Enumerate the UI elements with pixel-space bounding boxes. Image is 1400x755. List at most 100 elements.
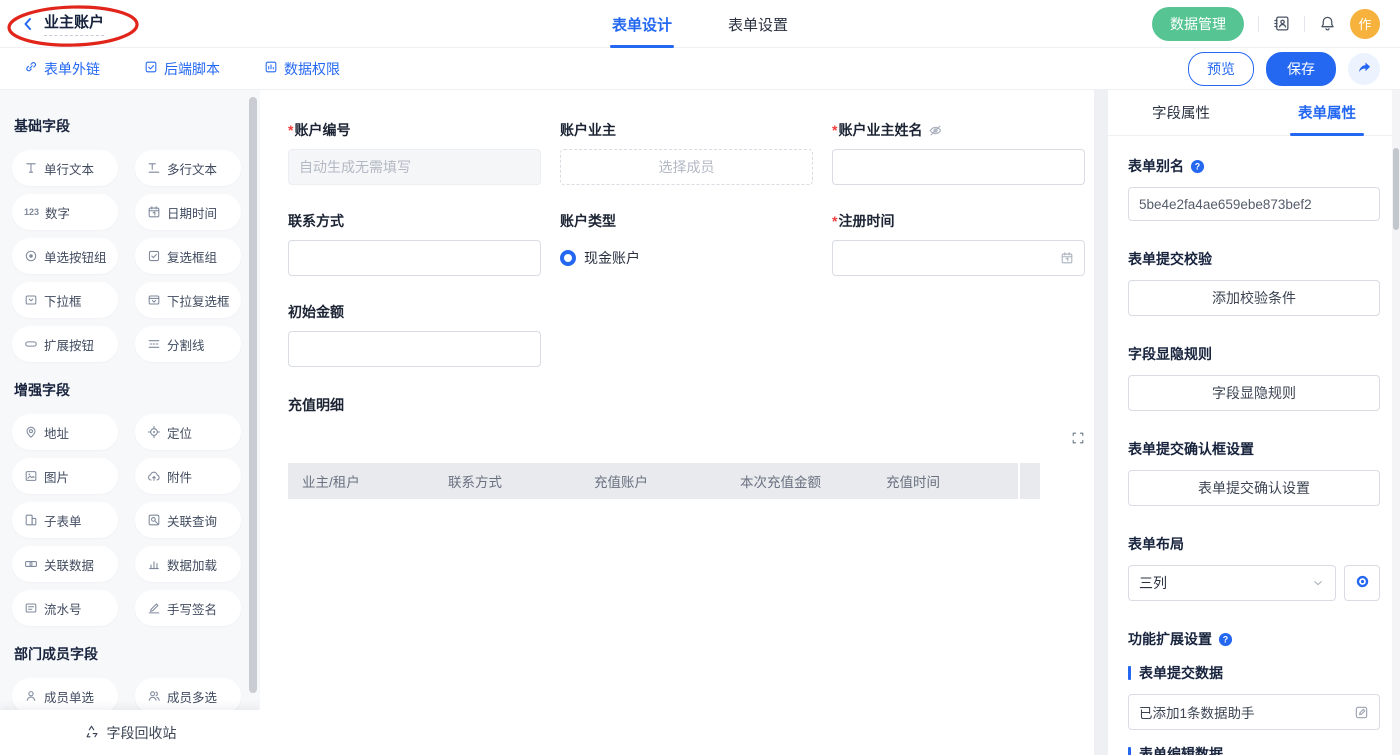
field-pill-label: 扩展按钮 (44, 335, 94, 354)
field-label: 账户业主姓名 (832, 120, 922, 140)
section-label: 表单布局 (1128, 534, 1184, 554)
section-submit-check: 表单提交校验 添加校验条件 (1128, 249, 1380, 316)
tab-form-settings[interactable]: 表单设置 (728, 0, 788, 48)
page-scrollbar-thumb[interactable] (1393, 148, 1399, 230)
field-recycle-bin[interactable]: 字段回收站 (0, 710, 260, 755)
back-nav[interactable]: 业主账户 (20, 11, 104, 36)
field-pill-datetime[interactable]: 日期时间 (135, 194, 241, 230)
script-icon (144, 60, 158, 77)
field-pill-data-load[interactable]: 数据加载 (135, 546, 241, 582)
radio-label[interactable]: 现金账户 (584, 248, 640, 268)
address-book-icon[interactable] (1273, 15, 1290, 32)
field-owner-name[interactable]: 账户业主姓名 (832, 120, 1085, 185)
layout-settings-button[interactable] (1344, 565, 1380, 601)
field-pill-multi-line-text[interactable]: 多行文本 (135, 150, 241, 186)
avatar[interactable]: 作 (1350, 9, 1380, 39)
help-icon[interactable]: ? (1218, 632, 1233, 647)
link-icon (24, 60, 38, 77)
field-account-owner[interactable]: 账户业主 选择成员 (560, 120, 813, 185)
tab-form-properties[interactable]: 表单属性 (1254, 90, 1400, 135)
radio-selected[interactable] (560, 250, 576, 266)
field-pill-label: 成员多选 (167, 687, 217, 706)
initial-amount-input-inner[interactable] (299, 341, 530, 357)
field-pill-checkbox-group[interactable]: 复选框组 (135, 238, 241, 274)
sidebar-section-title: 基础字段 (14, 116, 246, 136)
field-initial-amount[interactable]: 初始金额 (288, 302, 541, 367)
field-pill-address[interactable]: 地址 (12, 414, 118, 450)
field-pill-multi-select[interactable]: 下拉复选框 (135, 282, 241, 318)
divider-icon (147, 337, 161, 351)
field-contact[interactable]: 联系方式 (288, 211, 541, 276)
checkbox-icon (147, 249, 161, 263)
form-external-link[interactable]: 表单外链 (24, 59, 100, 79)
preview-button[interactable]: 预览 (1188, 52, 1254, 86)
select-member-button[interactable]: 选择成员 (560, 149, 813, 185)
toolbar-actions: 预览 保存 (1188, 52, 1380, 86)
field-account-no[interactable]: 账户编号 (288, 120, 541, 185)
form-designer-app: 业主账户 表单设计 表单设置 数据管理 作 表单外链 后端脚本 (0, 0, 1400, 755)
recycle-icon (84, 724, 99, 742)
edit-icon[interactable] (1354, 705, 1369, 720)
field-account-type[interactable]: 账户类型 现金账户 (560, 211, 813, 276)
page-scrollbar-track[interactable] (1392, 90, 1400, 755)
visibility-rule-button[interactable]: 字段显隐规则 (1128, 375, 1380, 411)
field-pill-member-multi[interactable]: 成员多选 (135, 678, 241, 714)
form-alias-input[interactable] (1128, 187, 1380, 221)
field-pill-image[interactable]: 图片 (12, 458, 118, 494)
field-pill-attachment[interactable]: 附件 (135, 458, 241, 494)
register-time-input[interactable] (832, 240, 1085, 276)
field-pill-label: 成员单选 (44, 687, 94, 706)
help-icon[interactable]: ? (1190, 159, 1205, 174)
field-pill-label: 地址 (44, 423, 69, 442)
sidebar-scrollbar[interactable] (249, 97, 257, 693)
form-canvas: 账户编号 账户业主 选择成员 账户业主姓名 (260, 90, 1094, 755)
data-manage-button[interactable]: 数据管理 (1152, 7, 1244, 41)
field-pill-extend-button[interactable]: 扩展按钮 (12, 326, 118, 362)
data-permission-link[interactable]: 数据权限 (264, 59, 340, 79)
layout-select[interactable]: 三列 (1128, 565, 1336, 601)
initial-amount-input[interactable] (288, 331, 541, 367)
field-pill-relation-query[interactable]: 关联查询 (135, 502, 241, 538)
permission-icon (264, 60, 278, 77)
toolbar-links: 表单外链 后端脚本 数据权限 (24, 59, 340, 79)
field-pill-label: 子表单 (44, 511, 82, 530)
field-pill-relation-data[interactable]: 关联数据 (12, 546, 118, 582)
field-pill-number[interactable]: 123数字 (12, 194, 118, 230)
field-pill-member-single[interactable]: 成员单选 (12, 678, 118, 714)
submit-data-status[interactable]: 已添加1条数据助手 (1128, 694, 1380, 730)
section-form-alias: 表单别名 ? (1128, 156, 1380, 221)
register-time-input-inner[interactable] (843, 250, 1060, 266)
single-line-text-icon (24, 161, 38, 175)
tab-field-properties[interactable]: 字段属性 (1108, 90, 1254, 135)
panel-divider (1094, 90, 1108, 755)
owner-name-input-inner[interactable] (843, 159, 1074, 175)
subtable-column-header: 充值账户 (580, 463, 726, 499)
link-label: 表单外链 (44, 59, 100, 79)
field-pill-single-line-text[interactable]: 单行文本 (12, 150, 118, 186)
tab-form-design[interactable]: 表单设计 (612, 0, 672, 48)
expand-icon[interactable] (1071, 431, 1085, 445)
field-pill-radio-group[interactable]: 单选按钮组 (12, 238, 118, 274)
back-arrow-icon[interactable] (20, 16, 36, 32)
owner-name-input[interactable] (832, 149, 1085, 185)
field-pill-select[interactable]: 下拉框 (12, 282, 118, 318)
backend-script-link[interactable]: 后端脚本 (144, 59, 220, 79)
add-check-condition-button[interactable]: 添加校验条件 (1128, 280, 1380, 316)
field-pill-divider[interactable]: 分割线 (135, 326, 241, 362)
bell-icon[interactable] (1319, 15, 1336, 32)
calendar-icon (1060, 251, 1074, 265)
subtable-recharge-detail[interactable]: 充值明细 业主/租户联系方式充值账户本次充值金额充值时间 (288, 395, 1085, 499)
locate-icon (147, 425, 161, 439)
contact-input[interactable] (288, 240, 541, 276)
field-pill-locate[interactable]: 定位 (135, 414, 241, 450)
header-tabs: 表单设计 表单设置 (612, 0, 788, 48)
field-register-time[interactable]: 注册时间 (832, 211, 1085, 276)
contact-input-inner[interactable] (299, 250, 530, 266)
submit-confirm-setting-button[interactable]: 表单提交确认设置 (1128, 470, 1380, 506)
save-button[interactable]: 保存 (1266, 52, 1336, 86)
field-pill-signature[interactable]: 手写签名 (135, 590, 241, 626)
field-pill-subform[interactable]: 子表单 (12, 502, 118, 538)
field-pill-serial-number[interactable]: 流水号 (12, 590, 118, 626)
share-button[interactable] (1348, 53, 1380, 85)
field-pill-label: 分割线 (167, 335, 205, 354)
